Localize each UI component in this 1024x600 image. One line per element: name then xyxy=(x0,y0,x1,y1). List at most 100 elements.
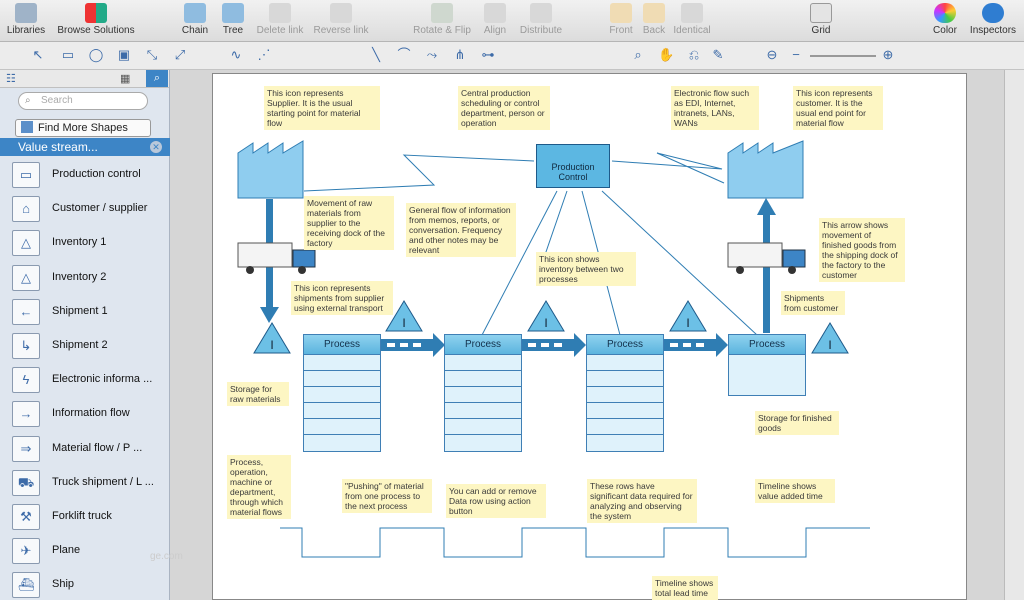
zoom-in-icon[interactable]: ⊕ xyxy=(880,47,896,63)
libraries-icon xyxy=(15,3,37,23)
note-customer[interactable]: This icon represents customer. It is the… xyxy=(793,86,883,130)
search-toggle-icon[interactable]: ⌕ xyxy=(146,70,168,87)
hand-tool-icon[interactable]: ✋ xyxy=(658,47,674,63)
note-electronic[interactable]: Electronic flow such as EDI, Internet, i… xyxy=(671,86,759,130)
push-arrow-icon xyxy=(664,333,728,357)
shape-item[interactable]: ← Shipment 1 xyxy=(0,295,170,329)
inventory-triangle-icon: I xyxy=(669,300,707,332)
reverse-link-button[interactable]: Reverse link xyxy=(312,0,370,42)
chain-button[interactable]: Chain xyxy=(178,0,212,42)
shape-item-label: Inventory 1 xyxy=(52,236,107,249)
process-box[interactable]: Process xyxy=(728,334,806,396)
join-tool-icon[interactable]: ⊶ xyxy=(480,47,496,63)
search-tool-icon[interactable]: ⌕ xyxy=(630,47,646,63)
shape-item[interactable]: △ Inventory 1 xyxy=(0,226,170,260)
production-control-box[interactable]: Production Control xyxy=(536,144,610,188)
note-shipments-customer[interactable]: Shipments from customer xyxy=(781,291,845,315)
chain-icon xyxy=(184,3,206,23)
shape-item[interactable]: △ Inventory 2 xyxy=(0,261,170,295)
note-shipments-supplier[interactable]: This icon represents shipments from supp… xyxy=(291,281,393,315)
note-pushing[interactable]: "Pushing" of material from one process t… xyxy=(342,479,432,513)
zoom-out-icon[interactable]: ⊖ xyxy=(764,47,780,63)
ship-icon: ⛴ xyxy=(12,572,40,599)
shape-item[interactable]: ↳ Shipment 2 xyxy=(0,329,170,363)
note-storage-raw[interactable]: Storage for raw materials xyxy=(227,382,289,406)
shape-item[interactable]: ⚒ Forklift truck xyxy=(0,500,170,534)
browse-solutions-button[interactable]: Browse Solutions xyxy=(56,0,136,42)
library-header[interactable]: Value stream... ✕ xyxy=(0,138,170,156)
shape-library-sidebar: ☷ ▦ ⌕ ⌕ Search Find More Shapes Value str… xyxy=(0,70,170,600)
distribute-button[interactable]: Distribute xyxy=(516,0,566,42)
shape-item[interactable]: ▭ Production control xyxy=(0,158,170,192)
find-more-shapes-button[interactable]: Find More Shapes xyxy=(15,119,151,137)
close-icon[interactable]: ✕ xyxy=(150,141,162,153)
grid-view-icon[interactable]: ▦ xyxy=(120,72,130,85)
text-box-tool-icon[interactable]: ▣ xyxy=(116,47,132,63)
pointer-tool-icon[interactable]: ↖ xyxy=(30,47,46,63)
grid-button[interactable]: Grid xyxy=(808,0,834,42)
minus-icon[interactable]: − xyxy=(788,47,804,63)
shape-item[interactable]: ⌂ Customer / supplier xyxy=(0,192,170,226)
note-movement-raw[interactable]: Movement of raw materials from supplier … xyxy=(304,196,394,250)
note-storage-finished[interactable]: Storage for finished goods xyxy=(755,411,839,435)
tree-button[interactable]: Tree xyxy=(218,0,248,42)
note-inventory[interactable]: This icon shows inventory between two pr… xyxy=(536,252,636,286)
main-toolbar: Libraries Browse Solutions Chain Tree De… xyxy=(0,0,1024,42)
note-timeline-value[interactable]: Timeline shows value added time xyxy=(755,479,835,503)
note-arrow-finished[interactable]: This arrow shows movement of finished go… xyxy=(819,218,905,282)
factory-icon: ⌂ xyxy=(12,196,40,223)
rotate-flip-button[interactable]: Rotate & Flip xyxy=(412,0,472,42)
shape-item[interactable]: → Information flow xyxy=(0,397,170,431)
electronic-flow-line-right xyxy=(611,152,725,184)
back-icon xyxy=(643,3,665,23)
list-view-icon[interactable]: ☷ xyxy=(6,72,16,85)
note-rows-significant[interactable]: These rows have significant data require… xyxy=(587,479,697,523)
search-input[interactable]: ⌕ Search xyxy=(18,92,148,110)
eyedropper-tool-icon[interactable]: ✎ xyxy=(710,47,726,63)
line-tool-icon[interactable]: ╲ xyxy=(368,47,384,63)
note-timeline-total[interactable]: Timeline shows total lead time xyxy=(652,576,718,600)
front-button[interactable]: Front xyxy=(606,0,636,42)
vertical-scrollbar[interactable] xyxy=(1004,70,1024,600)
shape-item[interactable]: ⛴ Ship xyxy=(0,568,170,600)
curve-tool-icon[interactable]: ∿ xyxy=(228,47,244,63)
split-tool-icon[interactable]: ⋔ xyxy=(452,47,468,63)
arc-tool-icon[interactable]: ⌒ xyxy=(396,47,412,63)
connector-tool-icon[interactable]: ⤡ xyxy=(144,47,160,63)
process-box[interactable]: Process xyxy=(586,334,664,452)
inspectors-button[interactable]: Inspectors xyxy=(966,0,1020,42)
identical-button[interactable]: Identical xyxy=(672,0,712,42)
delete-link-button[interactable]: Delete link xyxy=(254,0,306,42)
shape-item[interactable]: ϟ Electronic informa ... xyxy=(0,363,170,397)
bezier-tool-icon[interactable]: ⤳ xyxy=(424,47,440,63)
process-box[interactable]: Process xyxy=(444,334,522,452)
rectangle-tool-icon[interactable]: ▭ xyxy=(60,47,76,63)
shape-item[interactable]: ⇒ Material flow / P ... xyxy=(0,432,170,466)
polyline-tool-icon[interactable]: ⋰ xyxy=(256,47,272,63)
back-button[interactable]: Back xyxy=(640,0,668,42)
shape-item[interactable]: ✈ Plane xyxy=(0,534,170,568)
process-box[interactable]: Process xyxy=(303,334,381,452)
drawing-toolbar: ↖ ▭ ◯ ▣ ⤡ ⤢ ∿ ⋰ ╲ ⌒ ⤳ ⋔ ⊶ ⌕ ✋ ⎌ ✎ ⊖ − ⊕ xyxy=(0,42,1024,70)
ellipse-tool-icon[interactable]: ◯ xyxy=(88,47,104,63)
note-supplier[interactable]: This icon represents Supplier. It is the… xyxy=(264,86,380,130)
forklift-icon: ⚒ xyxy=(12,503,40,530)
shape-item-label: Forklift truck xyxy=(52,509,112,522)
zoom-slider[interactable] xyxy=(810,55,876,57)
align-button[interactable]: Align xyxy=(480,0,510,42)
arrow-icon: → xyxy=(12,401,40,428)
customer-factory-icon xyxy=(727,140,804,199)
rect-icon: ▭ xyxy=(12,162,40,188)
smart-connector-tool-icon[interactable]: ⤢ xyxy=(172,47,188,63)
shape-item-label: Customer / supplier xyxy=(52,202,148,215)
color-button[interactable]: Color xyxy=(930,0,960,42)
note-general-flow[interactable]: General flow of information from memos, … xyxy=(406,203,516,257)
shape-item[interactable]: ⛟ Truck shipment / L ... xyxy=(0,466,170,500)
note-data-row[interactable]: You can add or remove Data row using act… xyxy=(446,484,546,518)
plane-icon: ✈ xyxy=(12,538,40,565)
shape-item-label: Truck shipment / L ... xyxy=(52,475,154,488)
note-central[interactable]: Central production scheduling or control… xyxy=(458,86,550,130)
stamp-tool-icon[interactable]: ⎌ xyxy=(686,47,702,63)
note-process-op[interactable]: Process, operation, machine or departmen… xyxy=(227,455,291,519)
libraries-button[interactable]: Libraries xyxy=(4,0,48,42)
